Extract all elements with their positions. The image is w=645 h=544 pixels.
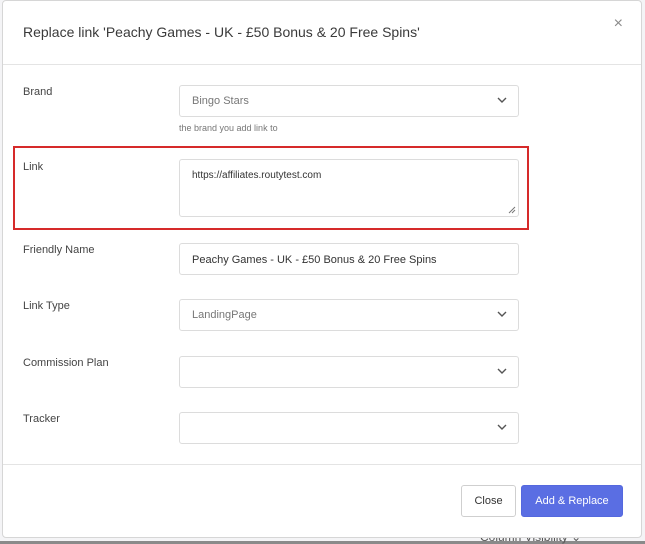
- friendly-name-label: Friendly Name: [23, 244, 95, 256]
- link-type-select[interactable]: LandingPage: [179, 299, 519, 331]
- brand-value: Bingo Stars: [192, 95, 249, 107]
- modal-title: Replace link 'Peachy Games - UK - £50 Bo…: [23, 24, 420, 40]
- chevron-down-icon: [497, 368, 507, 374]
- chevron-down-icon: [497, 311, 507, 317]
- chevron-down-icon: [497, 97, 507, 103]
- brand-help-text: the brand you add link to: [179, 123, 278, 133]
- brand-select[interactable]: Bingo Stars: [179, 85, 519, 117]
- replace-link-modal: Replace link 'Peachy Games - UK - £50 Bo…: [2, 0, 642, 538]
- link-highlight-box: [13, 146, 529, 230]
- close-icon[interactable]: ×: [614, 15, 623, 33]
- brand-label: Brand: [23, 86, 53, 98]
- modal-footer-divider: [3, 464, 641, 465]
- link-type-label: Link Type: [23, 300, 70, 312]
- commission-plan-select[interactable]: [179, 356, 519, 388]
- close-button[interactable]: Close: [461, 485, 516, 517]
- modal-header: Replace link 'Peachy Games - UK - £50 Bo…: [3, 1, 641, 65]
- link-type-value: LandingPage: [192, 309, 257, 321]
- friendly-name-input[interactable]: Peachy Games - UK - £50 Bonus & 20 Free …: [179, 243, 519, 275]
- tracker-label: Tracker: [23, 413, 60, 425]
- friendly-name-value: Peachy Games - UK - £50 Bonus & 20 Free …: [192, 254, 437, 266]
- add-and-replace-button[interactable]: Add & Replace: [521, 485, 623, 517]
- commission-plan-label: Commission Plan: [23, 357, 109, 369]
- tracker-select[interactable]: [179, 412, 519, 444]
- chevron-down-icon: [497, 424, 507, 430]
